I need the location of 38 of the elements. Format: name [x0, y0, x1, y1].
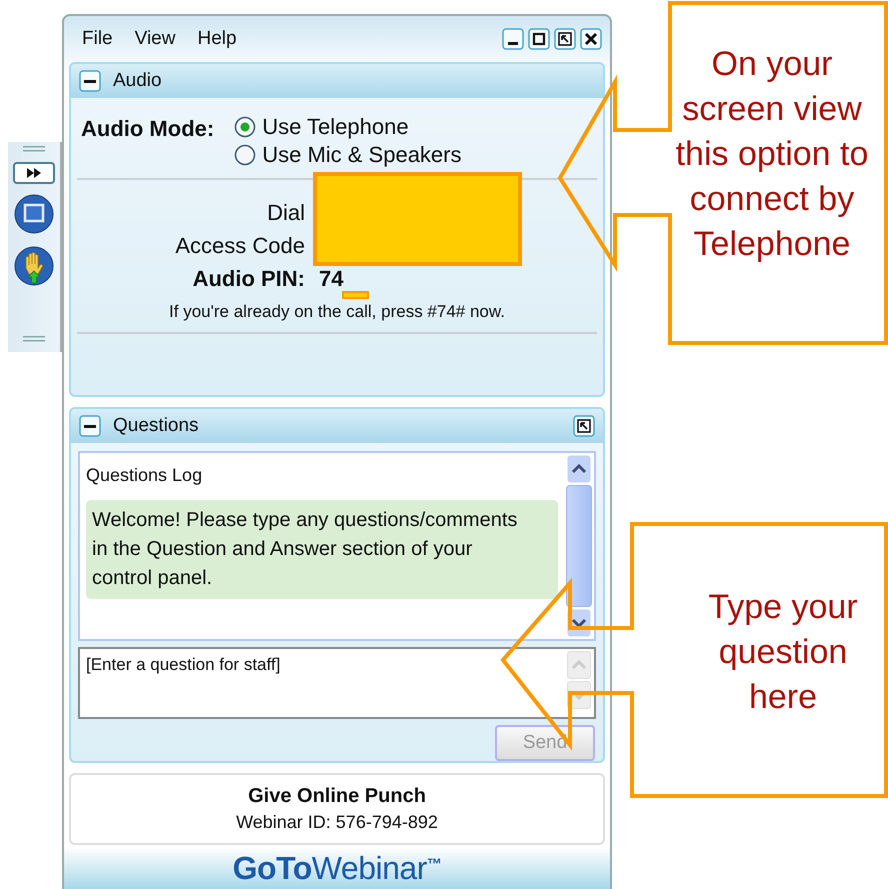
webinar-title: Give Online Punch [248, 785, 426, 808]
webinar-id: Webinar ID: 576-794-892 [236, 812, 438, 833]
scroll-thumb[interactable] [566, 484, 592, 608]
message-bubble: Welcome! Please type any questions/comments in the Question and Answer section of your control panel. [86, 500, 558, 599]
grip-icon[interactable] [23, 336, 45, 342]
audio-pin-label: Audio PIN: [192, 267, 305, 291]
section-title: Questions [113, 414, 199, 437]
scrollbar[interactable] [564, 452, 594, 640]
popout-icon[interactable] [573, 414, 595, 437]
maximize-icon[interactable] [528, 28, 550, 50]
menu-item[interactable]: File [82, 28, 127, 50]
grip-icon[interactable] [23, 146, 45, 152]
audio-mode-label: Audio Mode: [81, 116, 214, 143]
collapse-icon[interactable] [79, 414, 101, 437]
radio-option[interactable]: Use Telephone [234, 114, 462, 140]
access-code-label: Access Code [174, 234, 305, 258]
callout-text: Type your question here [707, 587, 859, 718]
radio-icon[interactable] [234, 116, 256, 138]
callout-text: On your screen view this option to connect by Telephone [674, 44, 870, 265]
menu-item[interactable]: View [134, 28, 190, 50]
scroll-up-icon[interactable] [567, 454, 591, 483]
collapse-icon[interactable] [79, 70, 101, 92]
call-note: If you're already on the call, press #74# now. [168, 302, 506, 322]
section-title: Audio [113, 70, 162, 92]
dial-label: Dial [266, 201, 305, 225]
radio-option[interactable]: Use Mic & Speakers [234, 142, 462, 168]
audio-pin-value: 74 [319, 267, 344, 291]
raise-hand-icon[interactable] [14, 246, 54, 286]
minimize-icon[interactable] [502, 28, 524, 50]
screen-icon[interactable] [14, 194, 54, 234]
menu-item[interactable]: Help [197, 28, 251, 50]
restore-icon[interactable] [554, 28, 576, 50]
redaction-box [342, 291, 369, 299]
radio-icon[interactable] [234, 144, 256, 166]
log-title: Questions Log [86, 464, 204, 486]
brand-logo: GoToWebinar$^{™}$ [232, 850, 442, 886]
fast-forward-icon[interactable] [13, 162, 55, 184]
close-icon[interactable] [580, 28, 602, 50]
